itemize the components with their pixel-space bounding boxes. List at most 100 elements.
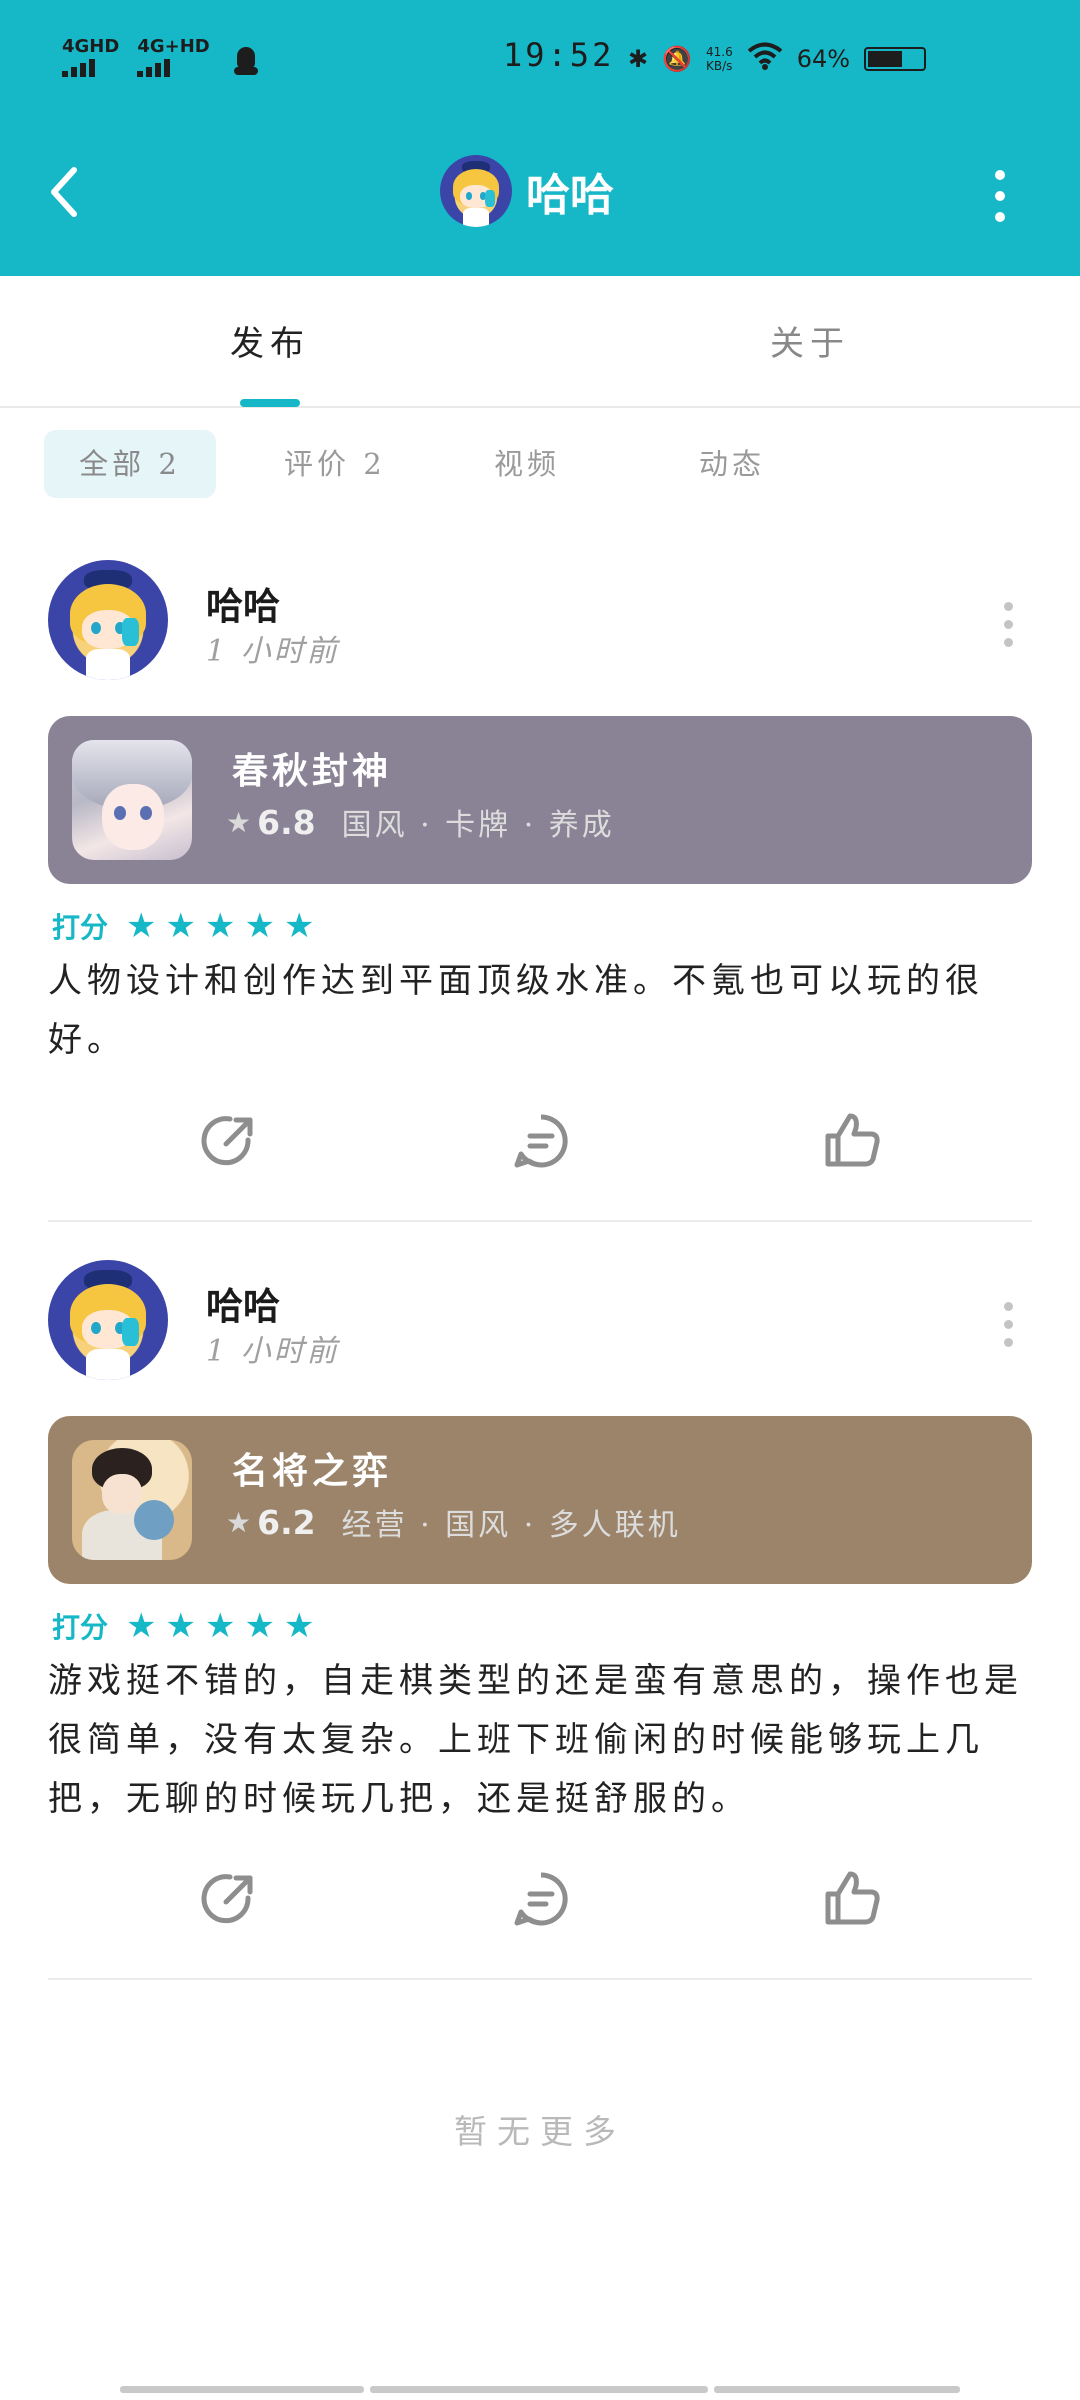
star-icon: ★ (204, 906, 236, 946)
star-icon: ★ (244, 906, 275, 946)
tab-publish[interactable]: 发布 (230, 316, 310, 365)
like-icon (825, 1113, 880, 1167)
bluetooth-icon: ✱ (628, 45, 649, 73)
game-tags: 国风 · 卡牌 · 养成 (341, 808, 615, 843)
post-time: 1 小时前 (206, 634, 340, 669)
chip-feed[interactable]: 动态 (699, 430, 765, 498)
signal-2-label: 4G+HD (137, 36, 210, 57)
back-button[interactable] (40, 158, 88, 226)
chip-reviews[interactable]: 评价 2 (284, 430, 386, 498)
star-icon: ★ (126, 906, 157, 946)
signal-1: 4GHD (62, 38, 119, 77)
game-score: 6.2 (257, 1502, 316, 1542)
post-more-button[interactable] (998, 602, 1018, 662)
post-card: 哈哈 1 小时前 春秋封神 ★ 6.8 国风 · 卡牌 · 养成 打分 ★ ★ … (48, 560, 1032, 1168)
post-actions (48, 1108, 1032, 1178)
rating-stars: ★ ★ ★ ★ ★ (126, 909, 314, 943)
star-icon: ★ (165, 1606, 196, 1646)
status-left: 4GHD 4G+HD (62, 38, 258, 77)
post-card: 哈哈 1 小时前 名将之弈 ★ 6.2 经营 · 国风 · 多人联机 打分 ★ … (48, 1260, 1032, 1960)
share-button[interactable] (196, 1108, 262, 1174)
post-text: 人物设计和创作达到平面顶级水准。不氪也可以玩的很好。 (48, 961, 984, 1060)
game-icon (72, 740, 192, 860)
rating-row: 打分 ★ ★ ★ ★ ★ (52, 906, 314, 946)
star-icon: ★ (226, 1505, 252, 1539)
game-card[interactable]: 春秋封神 ★ 6.8 国风 · 卡牌 · 养成 (48, 716, 1032, 884)
comment-button[interactable] (508, 1866, 574, 1932)
bottom-scroll-indicator (120, 2386, 364, 2393)
share-icon (201, 1874, 253, 1924)
like-button[interactable] (820, 1108, 886, 1174)
header-avatar[interactable] (440, 155, 512, 227)
back-arrow-icon (51, 167, 77, 217)
post-header: 哈哈 1 小时前 (48, 1260, 1032, 1410)
like-icon (825, 1871, 880, 1925)
qq-icon (233, 47, 258, 77)
game-name: 春秋封神 (232, 750, 393, 792)
chip-videos[interactable]: 视频 (494, 430, 560, 498)
comment-icon (514, 1872, 568, 1926)
bottom-scroll-indicator (370, 2386, 708, 2393)
app-header: 4GHD 4G+HD 19:52 ✱ 🔕 41.6 KB/s 64% 哈哈 (0, 0, 1080, 276)
filter-chips: 全部 2 评价 2 视频 动态 (44, 430, 1044, 498)
speed-value: 41.6 (706, 45, 733, 59)
avatar[interactable] (48, 560, 168, 680)
bottom-scroll-indicator (714, 2386, 960, 2393)
battery-percent: 64% (796, 45, 851, 73)
game-meta: ★ 6.8 国风 · 卡牌 · 养成 (226, 800, 615, 844)
like-button[interactable] (820, 1866, 886, 1932)
more-vertical-icon (998, 602, 1018, 647)
game-icon (72, 1440, 192, 1560)
speed-unit: KB/s (706, 59, 733, 73)
post-header: 哈哈 1 小时前 (48, 560, 1032, 710)
signal-2: 4G+HD (137, 36, 210, 77)
star-icon: ★ (283, 1606, 315, 1646)
profile-title: 哈哈 (440, 155, 614, 227)
more-menu-button[interactable] (980, 158, 1020, 226)
game-tags: 经营 · 国风 · 多人联机 (341, 1508, 681, 1543)
game-card[interactable]: 名将之弈 ★ 6.2 经营 · 国风 · 多人联机 (48, 1416, 1032, 1584)
no-more-text: 暂无更多 (454, 2112, 626, 2151)
rating-row: 打分 ★ ★ ★ ★ ★ (52, 1606, 314, 1646)
star-icon: ★ (283, 906, 315, 946)
star-icon: ★ (204, 1606, 236, 1646)
post-divider (48, 1978, 1032, 1980)
chip-all[interactable]: 全部 2 (44, 430, 216, 498)
post-time: 1 小时前 (206, 1334, 340, 1369)
tab-about[interactable]: 关于 (770, 316, 850, 365)
game-score: 6.8 (257, 802, 316, 842)
more-vertical-icon (980, 170, 1020, 222)
post-username[interactable]: 哈哈 (206, 576, 280, 630)
post-text: 游戏挺不错的，自走棋类型的还是蛮有意思的，操作也是很简单，没有太复杂。上班下班偷… (48, 1661, 1023, 1819)
tab-indicator (240, 399, 300, 407)
status-time: 19:52 (503, 36, 615, 74)
main-tabs: 发布 关于 (0, 276, 1080, 408)
wifi-icon (747, 42, 783, 76)
game-meta: ★ 6.2 经营 · 国风 · 多人联机 (226, 1500, 681, 1544)
share-button[interactable] (196, 1866, 262, 1932)
game-name: 名将之弈 (232, 1450, 393, 1492)
page-title: 哈哈 (526, 170, 614, 221)
signal-2-bars-icon (137, 59, 171, 77)
star-icon: ★ (226, 805, 252, 839)
comment-icon (514, 1114, 568, 1168)
status-right: ✱ 🔕 41.6 KB/s 64% (628, 42, 927, 76)
status-bar: 4GHD 4G+HD 19:52 ✱ 🔕 41.6 KB/s 64% (0, 0, 1080, 120)
avatar[interactable] (48, 1260, 168, 1380)
star-icon: ★ (126, 1606, 157, 1646)
network-speed: 41.6 KB/s (706, 45, 733, 73)
mute-icon: 🔕 (662, 45, 692, 73)
more-vertical-icon (998, 1302, 1018, 1347)
star-icon: ★ (165, 906, 196, 946)
rating-label: 打分 (52, 911, 109, 944)
signal-1-label: 4GHD (62, 36, 120, 57)
rating-stars: ★ ★ ★ ★ ★ (126, 1609, 314, 1643)
post-more-button[interactable] (998, 1302, 1018, 1362)
share-icon (201, 1116, 253, 1166)
rating-label: 打分 (52, 1611, 109, 1644)
post-username[interactable]: 哈哈 (206, 1276, 280, 1330)
star-icon: ★ (244, 1606, 275, 1646)
signal-1-bars-icon (62, 59, 95, 77)
comment-button[interactable] (508, 1108, 574, 1174)
post-actions (48, 1866, 1032, 1936)
